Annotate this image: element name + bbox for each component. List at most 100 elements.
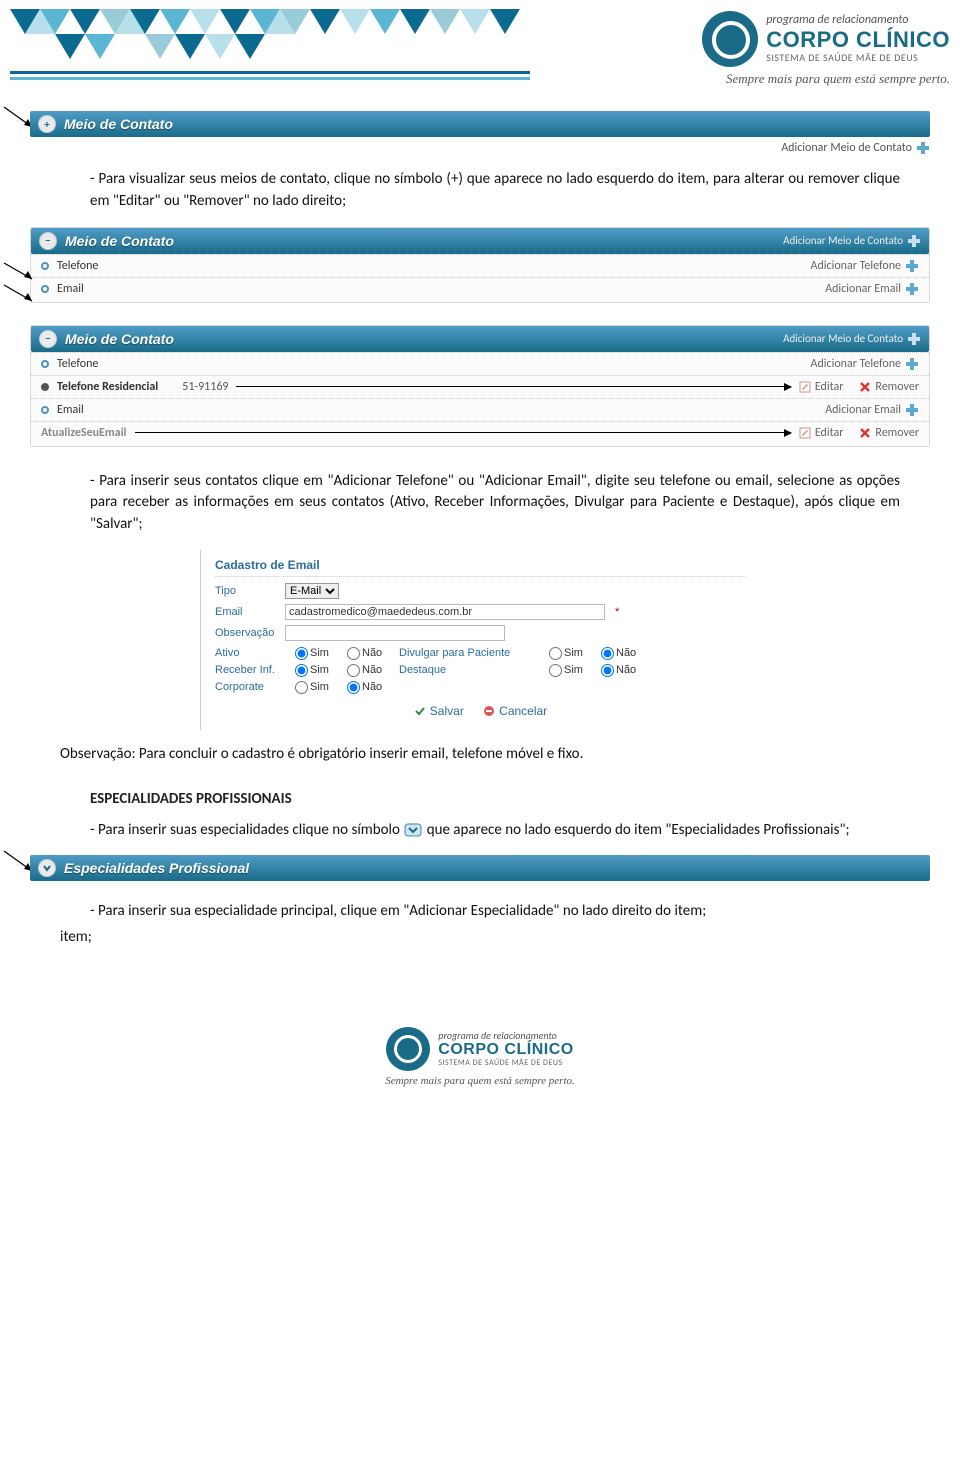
- row-label: Telefone: [57, 357, 98, 371]
- plus-icon: [905, 259, 919, 273]
- remove-link[interactable]: Remover: [859, 426, 919, 440]
- divpac-label: Divulgar para Paciente: [399, 647, 549, 659]
- form-title: Cadastro de Email: [215, 558, 746, 577]
- section-bar-meio-contato-1: + Meio de Contato: [30, 111, 930, 137]
- ativo-sim-radio[interactable]: [295, 647, 308, 660]
- instruction-paragraph-1: - Para visualizar seus meios de contato,…: [90, 169, 900, 213]
- add-email-link[interactable]: Adicionar Email: [825, 282, 919, 296]
- section-bar-meio-contato-3: − Meio de Contato Adicionar Meio de Cont…: [31, 326, 929, 352]
- corp-label: Corporate: [215, 681, 295, 693]
- edit-link[interactable]: Editar: [799, 426, 844, 440]
- logo-icon: [702, 11, 758, 67]
- dest-label: Destaque: [399, 664, 549, 676]
- bullet-icon: [41, 406, 49, 414]
- spec-text-after: que aparece no lado esquerdo do item "Es…: [427, 821, 850, 839]
- expand-toggle-icon[interactable]: +: [38, 115, 56, 133]
- contact-row-telefone: Telefone Adicionar Telefone: [31, 254, 929, 277]
- save-button[interactable]: Salvar: [414, 704, 464, 718]
- tipo-select[interactable]: E-Mail: [285, 583, 339, 599]
- logo-tagline: Sempre mais para quem está sempre perto.: [702, 71, 950, 87]
- row-label: Email: [57, 282, 84, 296]
- obs-input[interactable]: [285, 625, 505, 641]
- add-contato-link[interactable]: Adicionar Meio de Contato: [781, 141, 912, 155]
- logo-system-text: SISTEMA DE SAÚDE MÃE DE DEUS: [766, 52, 950, 63]
- footer: programa de relacionamento CORPO CLÍNICO…: [0, 1017, 960, 1101]
- edit-link[interactable]: Editar: [799, 380, 844, 394]
- recinf-label: Receber Inf.: [215, 664, 295, 676]
- item-continuation: item;: [60, 927, 900, 949]
- contact-row-email: Email Adicionar Email: [31, 277, 929, 300]
- contact-row-telefone: Telefone Adicionar Telefone: [31, 352, 929, 375]
- logo-brand-text: CORPO CLÍNICO: [766, 28, 950, 52]
- recinf-nao-radio[interactable]: [347, 664, 360, 677]
- contact-entry-tel-res: Telefone Residencial 51-91169 Editar Rem…: [31, 375, 929, 398]
- divpac-nao-radio[interactable]: [601, 647, 614, 660]
- footer-system-text: SISTEMA DE SAÚDE MÃE DE DEUS: [438, 1059, 573, 1068]
- row-label: Email: [57, 403, 84, 417]
- logo-icon: [386, 1027, 430, 1071]
- section-title: Meio de Contato: [65, 233, 174, 249]
- email-registration-form: Cadastro de Email Tipo E-Mail Email * Ob…: [200, 550, 760, 730]
- add-telefone-link[interactable]: Adicionar Telefone: [811, 259, 920, 273]
- ativo-label: Ativo: [215, 647, 295, 659]
- footer-brand-text: CORPO CLÍNICO: [438, 1041, 573, 1059]
- tipo-label: Tipo: [215, 585, 279, 597]
- ativo-nao-radio[interactable]: [347, 647, 360, 660]
- bullet-icon: [41, 285, 49, 293]
- bullet-icon: [41, 262, 49, 270]
- recinf-sim-radio[interactable]: [295, 664, 308, 677]
- entry-type: Telefone Residencial: [57, 380, 158, 394]
- cancel-button[interactable]: Cancelar: [483, 704, 547, 718]
- observation-text: Observação: Para concluir o cadastro é o…: [60, 744, 900, 766]
- specialties-paragraph-1: - Para inserir suas especialidades cliqu…: [90, 820, 900, 842]
- required-star: *: [615, 606, 619, 618]
- remove-link[interactable]: Remover: [859, 380, 919, 394]
- logo-program-text: programa de relacionamento: [766, 14, 950, 27]
- add-contato-link[interactable]: Adicionar Meio de Contato: [783, 234, 903, 247]
- expand-toggle-icon[interactable]: [38, 859, 56, 877]
- decorative-triangles: [10, 9, 530, 89]
- dest-nao-radio[interactable]: [601, 664, 614, 677]
- email-label: Email: [215, 606, 279, 618]
- options-grid: Ativo Sim Não Divulgar para Paciente Sim…: [215, 647, 746, 694]
- email-input[interactable]: [285, 604, 605, 620]
- contact-row-email: Email Adicionar Email: [31, 398, 929, 421]
- edit-icon: [799, 381, 811, 393]
- bullet-icon: [41, 383, 49, 391]
- entry-value: AtualizeSeuEmail: [41, 426, 127, 440]
- collapse-toggle-icon[interactable]: −: [39, 330, 57, 348]
- corp-sim-radio[interactable]: [295, 681, 308, 694]
- plus-icon[interactable]: [916, 141, 930, 155]
- add-email-link[interactable]: Adicionar Email: [825, 403, 919, 417]
- bullet-icon: [41, 360, 49, 368]
- plus-icon[interactable]: [907, 234, 921, 248]
- collapse-toggle-icon[interactable]: −: [39, 232, 57, 250]
- add-contato-link[interactable]: Adicionar Meio de Contato: [783, 332, 903, 345]
- obs-label: Observação: [215, 627, 279, 639]
- section-bar-meio-contato-2: − Meio de Contato Adicionar Meio de Cont…: [31, 228, 929, 254]
- add-telefone-link[interactable]: Adicionar Telefone: [811, 357, 920, 371]
- plus-icon: [905, 282, 919, 296]
- section-title: Especialidades Profissional: [64, 860, 249, 876]
- section-title: Meio de Contato: [65, 331, 174, 347]
- footer-program-text: programa de relacionamento: [438, 1030, 573, 1041]
- brand-logo: programa de relacionamento CORPO CLÍNICO…: [702, 11, 950, 87]
- divpac-sim-radio[interactable]: [549, 647, 562, 660]
- specialties-paragraph-2: - Para inserir sua especialidade princip…: [90, 901, 900, 923]
- corp-nao-radio[interactable]: [347, 681, 360, 694]
- delete-icon: [859, 381, 871, 393]
- contact-panel-3: − Meio de Contato Adicionar Meio de Cont…: [30, 325, 930, 447]
- contact-panel-2: − Meio de Contato Adicionar Meio de Cont…: [30, 227, 930, 303]
- plus-icon: [905, 403, 919, 417]
- annotation-arrow-long: [236, 386, 790, 387]
- row-label: Telefone: [57, 259, 98, 273]
- spec-text-before: - Para inserir suas especialidades cliqu…: [90, 821, 403, 839]
- contact-entry-email: AtualizeSeuEmail Editar Remover: [31, 421, 929, 444]
- section-title: Meio de Contato: [64, 116, 173, 132]
- dest-sim-radio[interactable]: [549, 664, 562, 677]
- delete-icon: [859, 427, 871, 439]
- cancel-icon: [483, 705, 495, 717]
- header-banner: programa de relacionamento CORPO CLÍNICO…: [0, 0, 960, 95]
- section-bar-especialidades: Especialidades Profissional: [30, 855, 930, 881]
- plus-icon[interactable]: [907, 332, 921, 346]
